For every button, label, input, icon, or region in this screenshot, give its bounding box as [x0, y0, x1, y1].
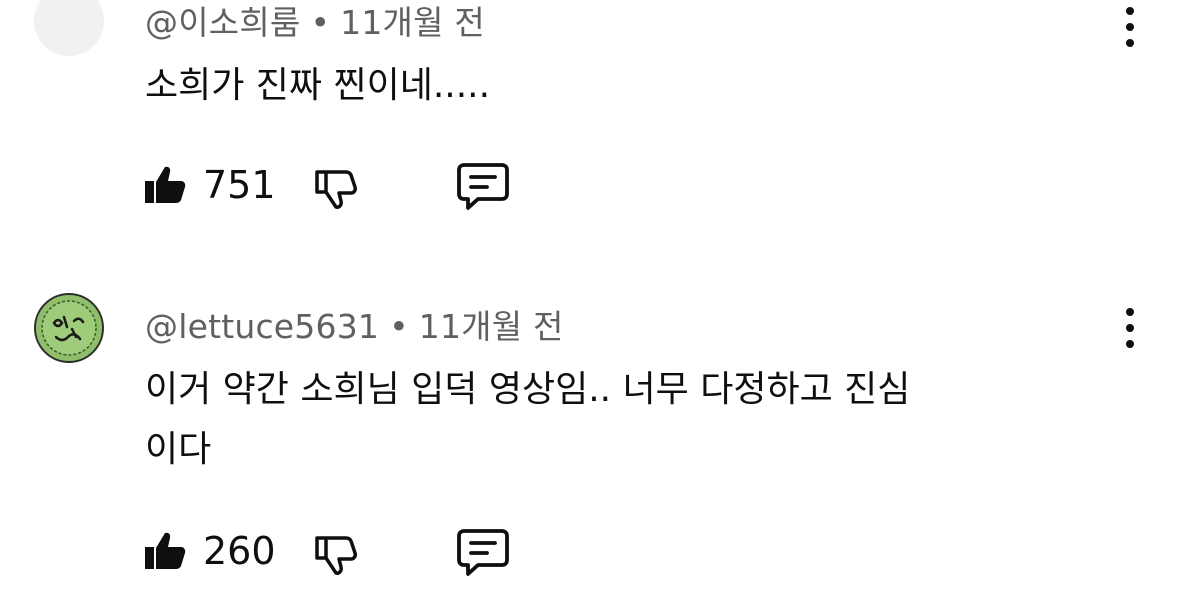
thumbs-down-icon[interactable]: [313, 530, 359, 576]
comment-author[interactable]: @lettuce5631: [145, 307, 379, 346]
comment-text: 이거 약간 소희님 입덕 영상임.. 너무 다정하고 진심 이다: [145, 360, 910, 480]
comment-text-line: 소희가 진짜 찐이네.....: [145, 65, 491, 106]
reply-comment-icon[interactable]: [456, 161, 510, 211]
comment-author[interactable]: @이소희룸: [145, 3, 300, 42]
comment-meta: @이소희룸 • 11개월 전: [145, 0, 485, 44]
lettuce-avatar-icon: [34, 293, 104, 363]
thumbs-up-icon[interactable]: [143, 163, 187, 207]
avatar-placeholder-icon: [34, 0, 104, 56]
comment-timestamp[interactable]: 11개월 전: [419, 307, 564, 346]
more-vert-icon[interactable]: [1118, 306, 1142, 350]
like-count: 260: [203, 529, 276, 573]
comment-text-line: 이거 약간 소희님 입덕 영상임.. 너무 다정하고 진심: [145, 369, 911, 410]
avatar[interactable]: [34, 0, 104, 56]
meta-separator: •: [389, 307, 409, 346]
comment-text-line: 이다: [145, 429, 212, 470]
comment-timestamp[interactable]: 11개월 전: [340, 3, 485, 42]
meta-separator: •: [310, 3, 331, 42]
reply-comment-icon[interactable]: [456, 527, 510, 577]
comment-text: 소희가 진짜 찐이네.....: [145, 56, 490, 116]
comment-meta: @lettuce5631 • 11개월 전: [145, 300, 564, 348]
comment-action-bar: 260: [143, 525, 563, 577]
comment-action-bar: 751: [143, 159, 563, 211]
thumbs-up-icon[interactable]: [143, 529, 187, 573]
thumbs-down-icon[interactable]: [313, 164, 359, 210]
like-count: 751: [203, 163, 276, 207]
more-vert-icon[interactable]: [1118, 5, 1142, 49]
avatar[interactable]: [34, 293, 104, 363]
